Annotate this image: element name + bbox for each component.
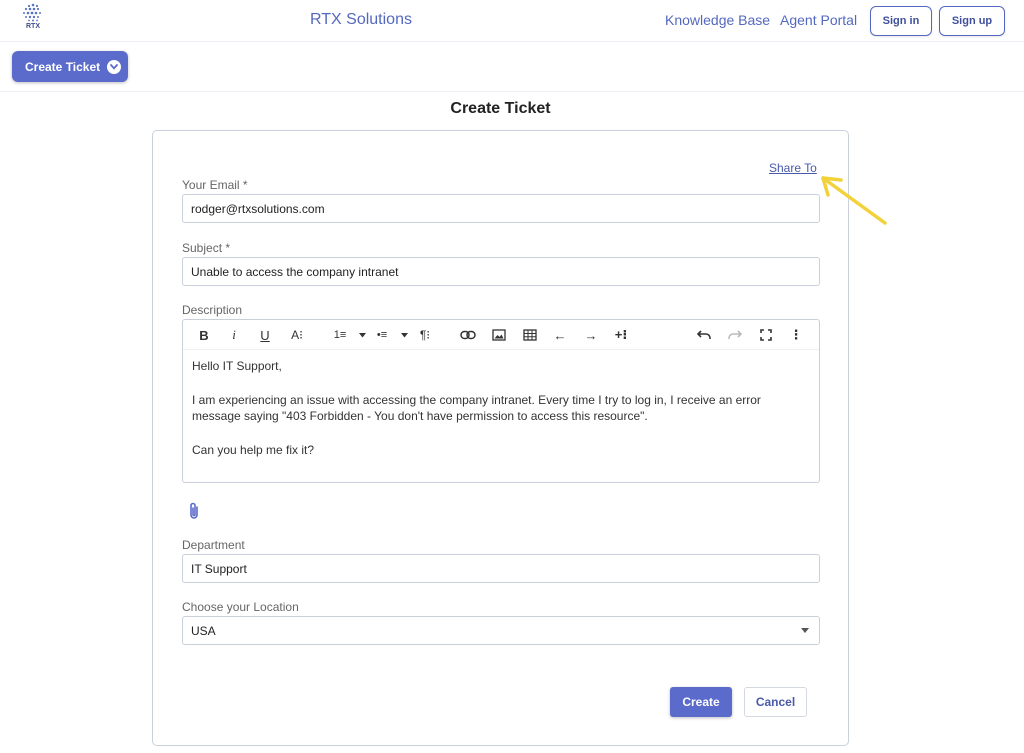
bold-button[interactable]: B: [197, 327, 211, 343]
department-label: Department: [182, 538, 245, 552]
more-options-button[interactable]: ⋮: [787, 327, 805, 343]
share-to-link[interactable]: Share To: [769, 161, 817, 175]
editor-paragraph: I am experiencing an issue with accessin…: [192, 392, 761, 424]
paragraph-button[interactable]: ¶⁝: [416, 327, 434, 343]
cancel-button[interactable]: Cancel: [744, 687, 807, 717]
undo-icon: [697, 330, 711, 339]
description-label: Description: [182, 303, 243, 317]
select-caret-icon: [801, 628, 809, 633]
email-label: Your Email *: [182, 178, 248, 192]
editor-paragraph: Hello IT Support,: [192, 359, 282, 373]
caret-down-icon: [400, 332, 408, 337]
logo-text: RTX: [26, 23, 40, 30]
logo-dots-icon: [23, 3, 41, 22]
table-button[interactable]: [521, 327, 539, 343]
caret-down-icon: [358, 332, 366, 337]
department-field[interactable]: IT Support: [182, 554, 820, 583]
link-button[interactable]: [459, 327, 477, 343]
italic-button[interactable]: i: [228, 327, 240, 343]
undo-button[interactable]: [695, 327, 713, 343]
link-icon: [460, 330, 476, 340]
sign-up-button[interactable]: Sign up: [939, 6, 1005, 36]
arrow-right-button[interactable]: →: [582, 327, 600, 343]
editor-content[interactable]: Hello IT Support, I am experiencing an i…: [192, 358, 812, 475]
editor-paragraph: Can you help me fix it?: [192, 442, 315, 457]
arrow-left-button[interactable]: ←: [551, 327, 569, 343]
redo-icon: [728, 330, 742, 339]
create-ticket-label: Create Ticket: [25, 59, 101, 74]
subject-field[interactable]: Unable to access the company intranet: [182, 257, 820, 286]
description-editor[interactable]: B i U A⁝ 1≡ •≡ ¶⁝ ← → +⁝ ⋮ Hello IT Supp…: [182, 319, 820, 483]
page-title: Create Ticket: [450, 100, 551, 117]
location-select[interactable]: USA: [182, 616, 820, 645]
top-navbar: RTX RTX Solutions Knowledge Base Agent P…: [0, 0, 1024, 42]
font-size-button[interactable]: A⁝: [288, 327, 306, 343]
insert-more-button[interactable]: +⁝: [612, 327, 630, 343]
table-icon: [523, 329, 537, 341]
bullet-list-dropdown[interactable]: [399, 327, 409, 343]
bullet-list-button[interactable]: •≡: [373, 327, 391, 343]
nav-knowledge-base[interactable]: Knowledge Base: [665, 12, 770, 28]
annotation-arrow-icon: [821, 176, 887, 225]
action-bar: Create Ticket: [0, 42, 1024, 92]
ordered-list-dropdown[interactable]: [357, 327, 367, 343]
nav-agent-portal[interactable]: Agent Portal: [780, 12, 857, 28]
email-field[interactable]: rodger@rtxsolutions.com: [182, 194, 820, 223]
create-ticket-button[interactable]: Create Ticket: [12, 51, 128, 82]
chevron-down-icon: [107, 59, 122, 74]
location-label: Choose your Location: [182, 600, 299, 614]
fullscreen-button[interactable]: [757, 327, 775, 343]
image-button[interactable]: [490, 327, 508, 343]
create-button[interactable]: Create: [670, 687, 732, 717]
brand-title[interactable]: RTX Solutions: [310, 11, 412, 29]
image-icon: [492, 329, 506, 341]
ordered-list-button[interactable]: 1≡: [331, 327, 349, 343]
subject-label: Subject *: [182, 241, 231, 255]
rtx-logo[interactable]: RTX: [20, 2, 46, 36]
redo-button[interactable]: [726, 327, 744, 343]
editor-toolbar: B i U A⁝ 1≡ •≡ ¶⁝ ← → +⁝ ⋮: [183, 320, 819, 350]
fullscreen-icon: [760, 329, 772, 341]
sign-in-button[interactable]: Sign in: [870, 6, 932, 36]
paperclip-icon[interactable]: [187, 501, 201, 521]
underline-button[interactable]: U: [258, 327, 272, 343]
